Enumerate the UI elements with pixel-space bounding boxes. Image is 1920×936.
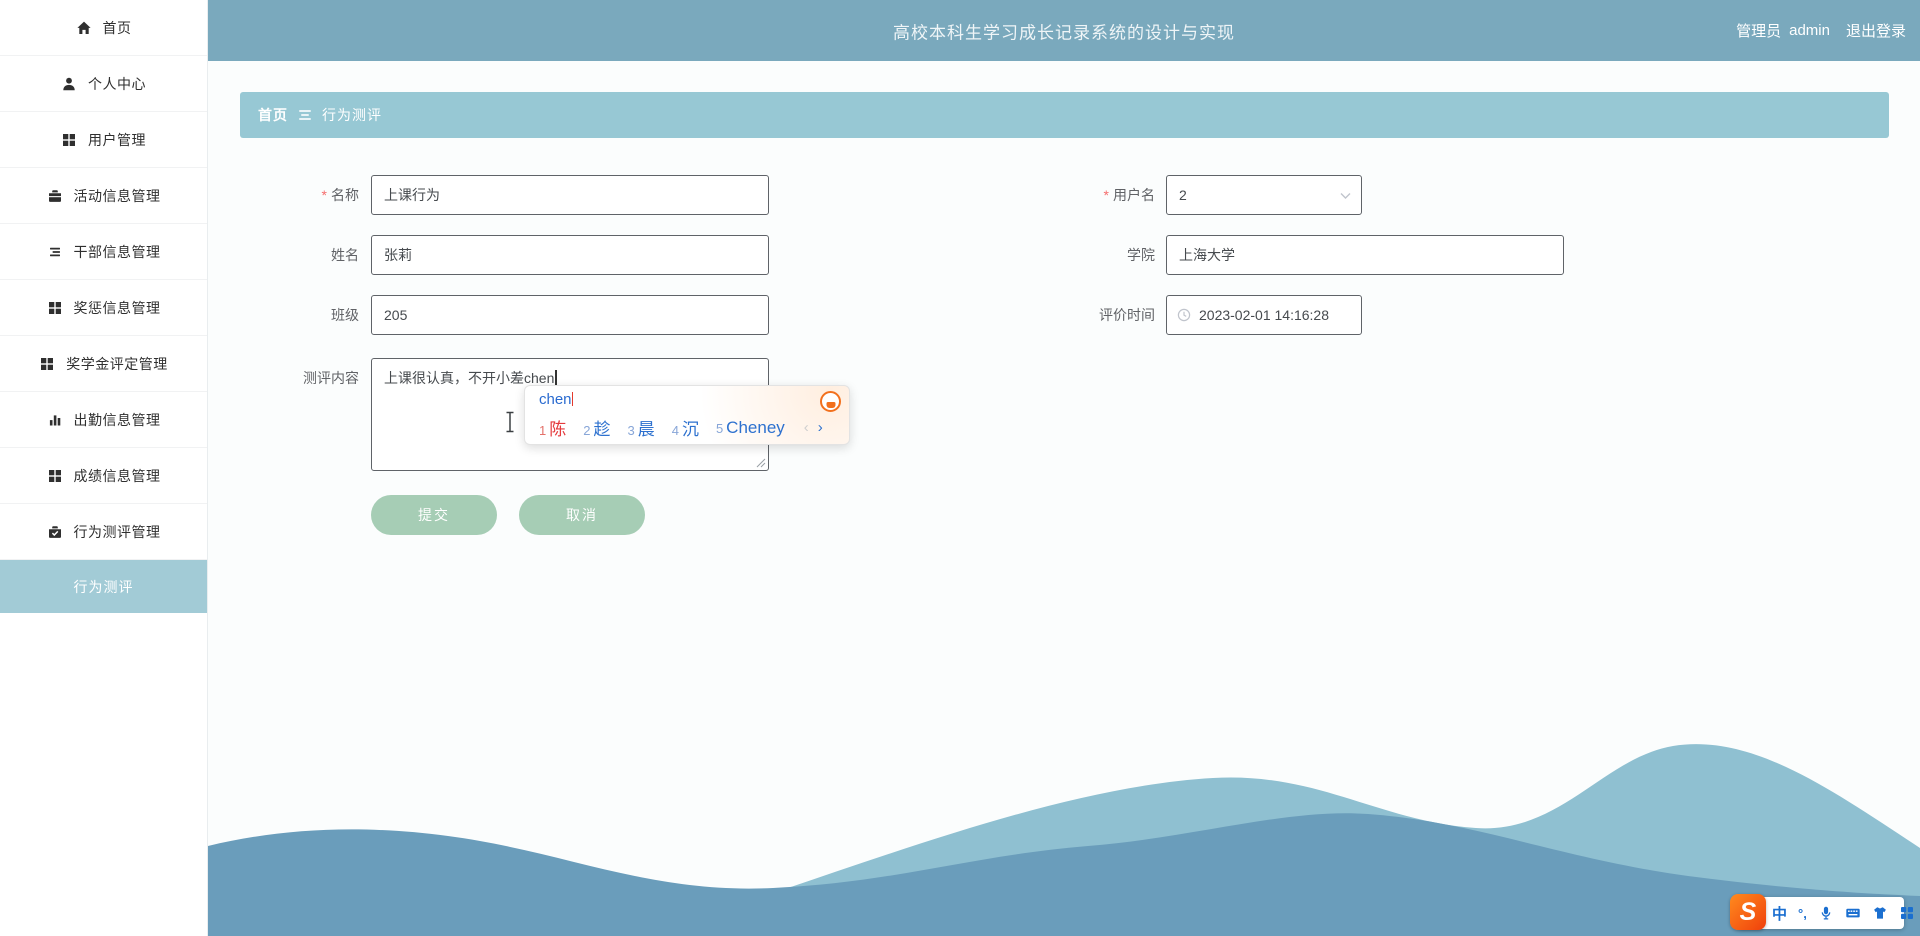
prev-page-arrow[interactable]: ‹ xyxy=(804,419,809,436)
person-name-label: 姓名 xyxy=(331,247,359,263)
sidebar-item-home[interactable]: 首页 xyxy=(0,0,207,56)
sidebar-item-scores[interactable]: 成绩信息管理 xyxy=(0,448,207,504)
sidebar-item-behavior-mgmt[interactable]: 行为测评管理 xyxy=(0,504,207,560)
sidebar-item-behavior-eval-active[interactable]: 行为测评 xyxy=(0,560,207,613)
microphone-icon[interactable] xyxy=(1818,905,1834,921)
text-caret xyxy=(555,370,557,385)
sidebar-item-rewards[interactable]: 奖惩信息管理 xyxy=(0,280,207,336)
skin-shirt-icon[interactable] xyxy=(1872,905,1888,921)
person-name-input[interactable]: 张莉 xyxy=(371,235,769,275)
username-select[interactable]: 2 xyxy=(1166,175,1362,215)
breadcrumb: 首页 行为测评 xyxy=(240,92,1889,138)
ime-candidate[interactable]: 4沉 xyxy=(672,415,699,440)
user-icon xyxy=(63,77,75,90)
breadcrumb-current: 行为测评 xyxy=(322,107,382,123)
wave-decoration xyxy=(208,744,1920,936)
ime-toolbar-icons: 中 °, xyxy=(1772,897,1915,929)
sidebar-item-label: 成绩信息管理 xyxy=(73,467,161,484)
sidebar-item-label: 干部信息管理 xyxy=(73,243,161,260)
grid-icon xyxy=(41,357,54,370)
bar-chart-icon xyxy=(49,414,60,425)
briefcase-check-icon xyxy=(48,525,61,538)
cancel-button[interactable]: 取消 xyxy=(519,495,645,535)
required-mark: * xyxy=(321,187,327,203)
resize-handle-icon[interactable] xyxy=(756,458,766,468)
content-label: 测评内容 xyxy=(303,370,359,386)
ime-candidate[interactable]: 2趁 xyxy=(583,415,610,440)
sidebar-item-users[interactable]: 用户管理 xyxy=(0,112,207,168)
sidebar-item-attendance[interactable]: 出勤信息管理 xyxy=(0,392,207,448)
class-input[interactable]: 205 xyxy=(371,295,769,335)
chevron-down-icon xyxy=(1340,193,1351,199)
ime-caret xyxy=(571,392,574,406)
ime-candidate-window: chen 1陈 2趁 3晨 4沉 5 Cheney ‹ › xyxy=(524,385,850,445)
sidebar-item-profile[interactable]: 个人中心 xyxy=(0,56,207,112)
main-content: 首页 行为测评 * 名称 上课行为 * 用户名 2 姓名 张莉 学院 上海大学 班级… xyxy=(208,61,1920,936)
user-role-label: 管理员 xyxy=(1736,23,1782,40)
ime-composition: chen xyxy=(539,391,574,408)
ime-candidate-list: 1陈 2趁 3晨 4沉 5 Cheney ‹ › xyxy=(539,415,823,440)
ime-candidate[interactable]: 3晨 xyxy=(627,415,654,440)
sidebar-active-label: 行为测评 xyxy=(73,578,134,595)
ime-toolbar: S 中 °, xyxy=(1730,894,1913,930)
sidebar-item-label: 首页 xyxy=(102,19,132,36)
sidebar-item-cadre[interactable]: 干部信息管理 xyxy=(0,224,207,280)
sidebar-item-label: 奖学金评定管理 xyxy=(66,355,168,372)
required-mark: * xyxy=(1103,187,1109,203)
sidebar-item-label: 出勤信息管理 xyxy=(73,411,161,428)
ime-page-arrows: ‹ › xyxy=(804,419,823,436)
punctuation-icon[interactable]: °, xyxy=(1798,906,1807,921)
class-label: 班级 xyxy=(331,307,359,323)
grid-icon xyxy=(48,301,61,314)
eval-time-input[interactable]: 2023-02-01 14:16:28 xyxy=(1166,295,1362,335)
submit-button[interactable]: 提交 xyxy=(371,495,497,535)
list-icon xyxy=(49,247,60,256)
logout-link[interactable]: 退出登录 xyxy=(1846,20,1906,41)
sidebar-item-scholarship[interactable]: 奖学金评定管理 xyxy=(0,336,207,392)
sidebar-item-label: 行为测评管理 xyxy=(73,523,161,540)
keyboard-icon[interactable] xyxy=(1845,905,1861,921)
clock-icon xyxy=(1177,308,1191,322)
grid-icon xyxy=(63,133,75,146)
sidebar-item-label: 个人中心 xyxy=(88,75,146,92)
eval-time-value: 2023-02-01 14:16:28 xyxy=(1199,307,1329,323)
content-text: 上课很认真，不开小差chen xyxy=(384,370,555,386)
emoji-icon[interactable] xyxy=(820,391,841,412)
page-title: 高校本科生学习成长记录系统的设计与实现 xyxy=(893,23,1235,42)
name-input[interactable]: 上课行为 xyxy=(371,175,769,215)
briefcase-icon xyxy=(48,189,61,202)
sogou-logo-icon[interactable]: S xyxy=(1730,894,1766,930)
college-label: 学院 xyxy=(1127,247,1155,263)
header-bar: 高校本科生学习成长记录系统的设计与实现 管理员 admin 退出登录 xyxy=(208,0,1920,61)
sidebar-item-label: 用户管理 xyxy=(88,131,146,148)
college-input[interactable]: 上海大学 xyxy=(1166,235,1564,275)
sidebar-item-label: 活动信息管理 xyxy=(73,187,161,204)
chinese-mode-icon[interactable]: 中 xyxy=(1772,903,1787,924)
text-cursor-icon xyxy=(506,411,514,433)
eval-time-label: 评价时间 xyxy=(1099,307,1155,323)
next-page-arrow[interactable]: › xyxy=(818,419,823,436)
sidebar-item-label: 奖惩信息管理 xyxy=(73,299,161,316)
username-label: * 用户名 xyxy=(1103,187,1155,203)
grid-icon xyxy=(48,469,61,482)
ime-candidate[interactable]: 5 Cheney xyxy=(716,418,785,438)
breadcrumb-home[interactable]: 首页 xyxy=(258,105,288,125)
name-label: * 名称 xyxy=(321,187,359,203)
sidebar: 首页 个人中心 用户管理 活动信息管理 干部信息管理 奖惩信息管理 奖学金评定管… xyxy=(0,0,208,936)
username-select-value: 2 xyxy=(1179,187,1187,203)
username-label: admin xyxy=(1789,22,1830,39)
breadcrumb-separator-icon xyxy=(298,110,312,120)
home-icon xyxy=(76,21,91,34)
sidebar-item-activity[interactable]: 活动信息管理 xyxy=(0,168,207,224)
more-tools-grid-icon[interactable] xyxy=(1899,905,1915,921)
header-user-area: 管理员 admin 退出登录 xyxy=(1736,0,1906,61)
ime-candidate[interactable]: 1陈 xyxy=(539,415,566,440)
